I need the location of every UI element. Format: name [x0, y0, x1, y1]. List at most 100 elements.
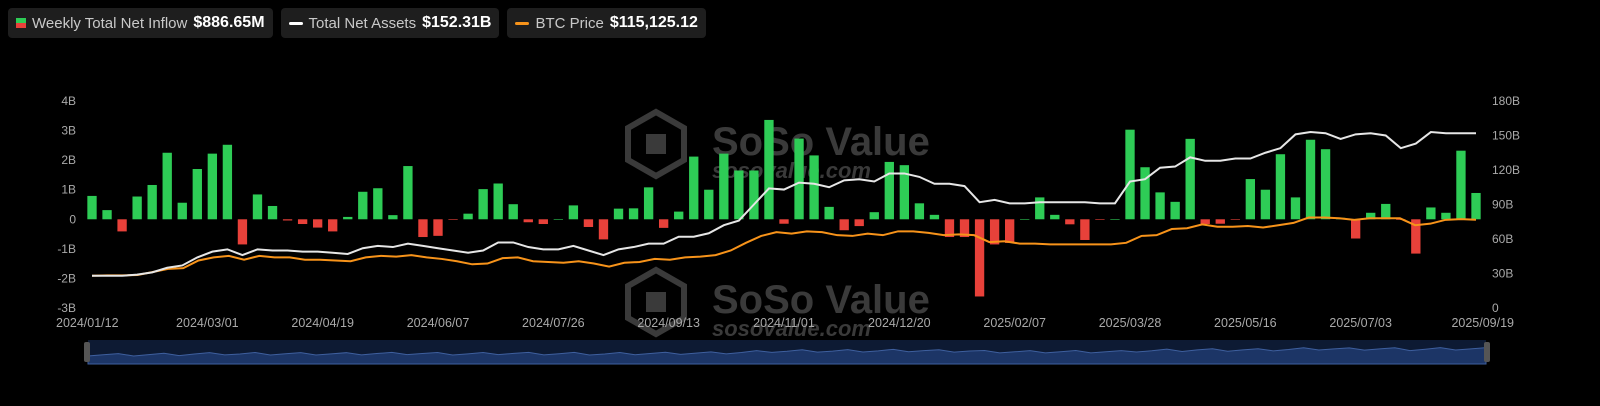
- inflow-bar: [1155, 192, 1165, 220]
- x-tick-label: 2024/12/20: [868, 316, 931, 330]
- inflow-bar: [343, 216, 353, 220]
- inflow-bar: [1230, 219, 1240, 220]
- inflow-bar: [388, 215, 398, 220]
- inflow-bar: [267, 205, 278, 220]
- inflow-bar: [207, 153, 218, 220]
- inflow-bar: [869, 212, 879, 220]
- inflow-bar: [147, 184, 157, 220]
- inflow-bar: [282, 219, 293, 221]
- x-tick-label: 2024/06/07: [407, 316, 470, 330]
- right-tick-label: 150B: [1492, 129, 1520, 143]
- inflow-bar: [237, 219, 248, 245]
- inflow-bar: [1185, 138, 1195, 220]
- inflow-bar: [1170, 201, 1180, 220]
- inflow-bar: [568, 205, 579, 220]
- inflow-bar: [764, 119, 774, 220]
- inflow-bar: [658, 219, 669, 228]
- inflow-bar: [794, 138, 804, 220]
- inflow-bar: [162, 152, 172, 220]
- inflow-bar: [839, 219, 849, 231]
- right-tick-label: 180B: [1492, 94, 1520, 108]
- inflow-bar: [583, 219, 594, 227]
- inflow-bar: [312, 219, 323, 228]
- inflow-bar: [1245, 179, 1256, 220]
- x-axis: 2024/01/12 2024/03/01 2024/04/19 2024/06/07…: [56, 316, 1514, 330]
- inflow-bar: [704, 189, 714, 220]
- x-tick-label: 2024/03/01: [176, 316, 239, 330]
- navigator-right-handle[interactable]: [1484, 342, 1490, 362]
- inflow-bar: [929, 214, 940, 220]
- inflow-bar: [1110, 219, 1120, 220]
- inflow-bar: [478, 189, 488, 220]
- inflow-bar: [689, 156, 699, 220]
- x-tick-label: 2024/11/01: [753, 316, 815, 330]
- inflow-bar: [102, 210, 112, 220]
- inflow-bar: [1305, 139, 1316, 220]
- inflow-bar: [297, 219, 308, 225]
- x-tick-label: 2024/09/13: [637, 316, 700, 330]
- inflow-bar: [433, 219, 443, 236]
- x-tick-label: 2024/01/12: [56, 316, 119, 330]
- inflow-bar: [177, 202, 187, 220]
- inflow-bar: [1065, 219, 1075, 225]
- chart: SoSo Value sosovalue.com SoSo Value soso…: [56, 94, 1520, 365]
- left-tick-label: -3B: [57, 301, 76, 315]
- inflow-bar: [117, 219, 127, 232]
- inflow-bar: [463, 213, 473, 220]
- inflow-bar: [779, 219, 789, 224]
- inflow-bar: [974, 219, 985, 297]
- x-tick-label: 2025/09/19: [1451, 316, 1514, 330]
- inflow-bar: [1260, 189, 1271, 220]
- inflow-bar: [553, 218, 564, 220]
- right-tick-label: 90B: [1492, 198, 1513, 212]
- inflow-bar: [358, 191, 368, 220]
- right-tick-label: 60B: [1492, 232, 1513, 246]
- left-tick-label: 4B: [61, 94, 76, 108]
- btc-price-line: [91, 216, 1477, 277]
- watermark-logo-icon: [625, 108, 687, 180]
- inflow-bar: [1456, 150, 1466, 220]
- right-tick-label: 120B: [1492, 163, 1520, 177]
- watermarks: SoSo Value sosovalue.com SoSo Value soso…: [625, 108, 930, 341]
- left-tick-label: 1B: [61, 183, 76, 197]
- inflow-bar: [734, 170, 744, 220]
- inflow-bar: [1020, 218, 1030, 220]
- inflow-bar: [448, 219, 458, 220]
- inflow-bar: [508, 204, 518, 220]
- inflow-bar: [373, 188, 383, 220]
- inflow-bar: [1215, 219, 1225, 224]
- inflow-bar: [1004, 219, 1015, 243]
- navigator-left-handle[interactable]: [84, 342, 90, 362]
- right-axis: 180B 150B 120B 90B 60B 30B 0: [1492, 94, 1520, 315]
- right-tick-label: 30B: [1492, 267, 1513, 281]
- inflow-bar: [87, 195, 97, 220]
- inflow-bar: [523, 219, 533, 223]
- inflow-bar: [914, 203, 925, 220]
- inflow-bar: [884, 161, 894, 220]
- inflow-bar: [1035, 197, 1045, 220]
- inflow-bar: [1275, 154, 1286, 220]
- inflow-bar: [132, 196, 142, 220]
- inflow-bar: [538, 219, 548, 225]
- inflow-bar: [809, 155, 819, 220]
- inflow-bar: [1471, 192, 1481, 220]
- x-tick-label: 2024/04/19: [291, 316, 354, 330]
- inflow-bar: [598, 219, 609, 240]
- inflow-bar: [1350, 219, 1361, 239]
- right-tick-label: 0: [1492, 301, 1499, 315]
- inflow-bar: [1320, 149, 1331, 220]
- inflow-bar: [222, 144, 233, 220]
- inflow-bar: [628, 208, 639, 220]
- inflow-bar: [1080, 219, 1090, 240]
- inflow-bar: [854, 219, 864, 227]
- x-tick-label: 2025/05/16: [1214, 316, 1277, 330]
- left-tick-label: -2B: [57, 271, 76, 285]
- range-navigator[interactable]: [84, 340, 1490, 365]
- inflow-bar: [252, 194, 263, 220]
- inflow-bar: [749, 170, 759, 220]
- inflow-bar: [328, 219, 338, 232]
- inflow-bar: [493, 183, 503, 220]
- inflow-bar: [1050, 214, 1060, 220]
- inflow-bar: [1290, 197, 1301, 220]
- inflow-bar: [1140, 167, 1150, 220]
